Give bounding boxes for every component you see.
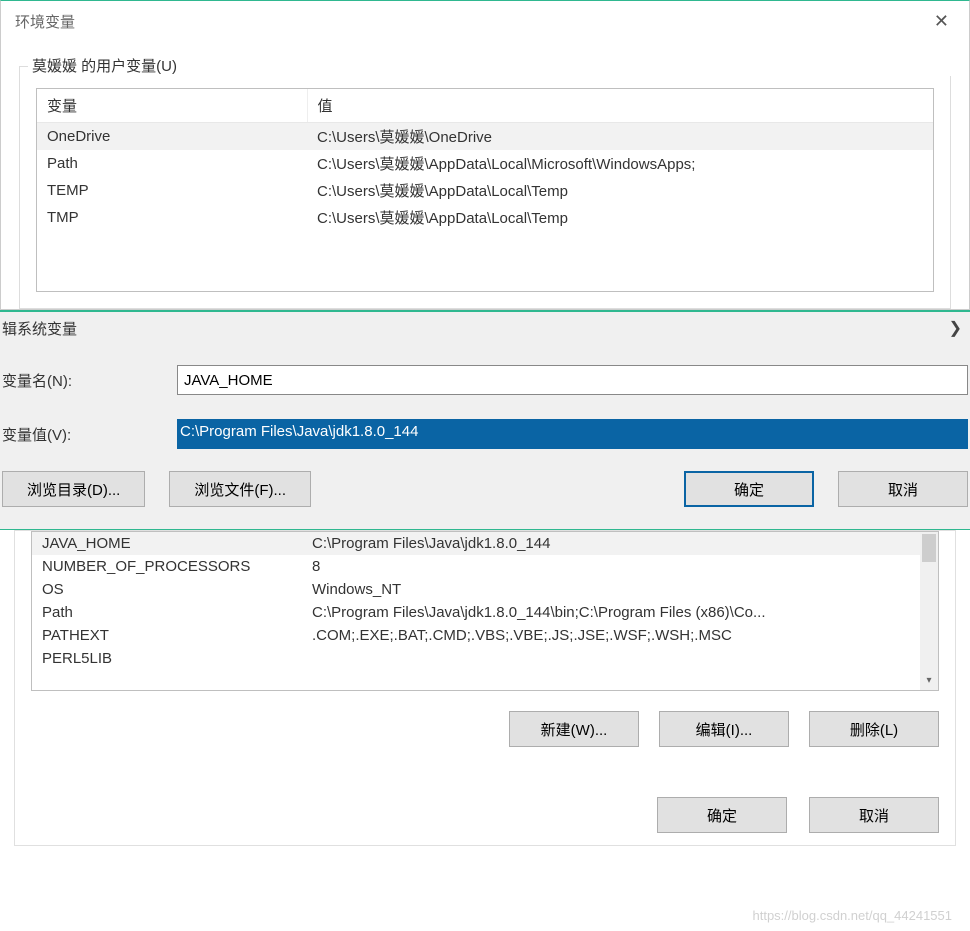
watermark: https://blog.csdn.net/qq_44241551 — [753, 908, 953, 923]
var-name-cell: Path — [37, 150, 307, 177]
cancel-button[interactable]: 取消 — [809, 797, 939, 833]
var-name-cell: OS — [32, 578, 302, 601]
ok-button[interactable]: 确定 — [657, 797, 787, 833]
var-value-cell — [302, 647, 920, 670]
table-row[interactable]: PathC:\Program Files\Java\jdk1.8.0_144\b… — [32, 601, 920, 624]
system-vars-actions: 新建(W)... 编辑(I)... 删除(L) — [15, 691, 955, 767]
var-value-cell: Windows_NT — [302, 578, 920, 601]
col-header-name[interactable]: 变量 — [37, 89, 307, 123]
scrollbar-thumb[interactable] — [922, 534, 936, 562]
var-name-cell: PATHEXT — [32, 624, 302, 647]
var-name-cell: TEMP — [37, 177, 307, 204]
close-icon[interactable]: ✕ — [928, 9, 955, 34]
var-name-input[interactable] — [177, 365, 968, 395]
table-row[interactable]: PERL5LIB — [32, 647, 920, 670]
var-value-cell: C:\Users\莫媛媛\AppData\Local\Microsoft\Win… — [307, 150, 933, 177]
var-value-cell: C:\Users\莫媛媛\AppData\Local\Temp — [307, 177, 933, 204]
var-name-cell: TMP — [37, 204, 307, 231]
system-vars-section: JAVA_HOMEC:\Program Files\Java\jdk1.8.0_… — [14, 530, 956, 846]
var-value-cell: 8 — [302, 555, 920, 578]
browse-file-button[interactable]: 浏览文件(F)... — [169, 471, 311, 507]
user-vars-table[interactable]: 变量 值 OneDriveC:\Users\莫媛媛\OneDrivePathC:… — [37, 89, 933, 231]
var-value-input[interactable]: C:\Program Files\Java\jdk1.8.0_144 — [177, 419, 968, 449]
edit-button[interactable]: 编辑(I)... — [659, 711, 789, 747]
user-vars-table-wrap: 变量 值 OneDriveC:\Users\莫媛媛\OneDrivePathC:… — [36, 88, 934, 292]
table-row[interactable]: OSWindows_NT — [32, 578, 920, 601]
system-vars-table[interactable]: JAVA_HOMEC:\Program Files\Java\jdk1.8.0_… — [32, 532, 920, 670]
edit-dialog-title: 辑系统变量 — [2, 318, 77, 339]
dialog-footer: 确定 取消 — [15, 767, 955, 845]
var-value-cell: .COM;.EXE;.BAT;.CMD;.VBS;.VBE;.JS;.JSE;.… — [302, 624, 920, 647]
table-spacer — [37, 231, 933, 291]
env-vars-dialog: 环境变量 ✕ 莫媛媛 的用户变量(U) 变量 值 OneDriveC:\User… — [0, 0, 970, 310]
system-vars-table-wrap: JAVA_HOMEC:\Program Files\Java\jdk1.8.0_… — [31, 531, 939, 691]
table-row[interactable]: TEMPC:\Users\莫媛媛\AppData\Local\Temp — [37, 177, 933, 204]
var-value-label: 变量值(V): — [2, 424, 177, 445]
var-value-cell: C:\Program Files\Java\jdk1.8.0_144 — [302, 532, 920, 555]
edit-system-var-dialog: 辑系统变量 ❯ 变量名(N): 变量值(V): C:\Program Files… — [0, 310, 970, 530]
var-value-cell: C:\Users\莫媛媛\OneDrive — [307, 123, 933, 151]
titlebar: 环境变量 ✕ — [1, 1, 969, 46]
scrollbar[interactable]: ▾ — [920, 532, 938, 690]
table-row[interactable]: PATHEXT.COM;.EXE;.BAT;.CMD;.VBS;.VBE;.JS… — [32, 624, 920, 647]
new-button[interactable]: 新建(W)... — [509, 711, 639, 747]
chevron-right-icon[interactable]: ❯ — [949, 318, 962, 339]
edit-dialog-buttons: 浏览目录(D)... 浏览文件(F)... 确定 取消 — [0, 467, 970, 507]
delete-button[interactable]: 删除(L) — [809, 711, 939, 747]
var-name-cell: OneDrive — [37, 123, 307, 151]
table-row[interactable]: TMPC:\Users\莫媛媛\AppData\Local\Temp — [37, 204, 933, 231]
table-row[interactable]: OneDriveC:\Users\莫媛媛\OneDrive — [37, 123, 933, 151]
var-value-cell: C:\Users\莫媛媛\AppData\Local\Temp — [307, 204, 933, 231]
var-value-selected-text: C:\Program Files\Java\jdk1.8.0_144 — [178, 420, 967, 448]
var-value-row: 变量值(V): C:\Program Files\Java\jdk1.8.0_1… — [0, 413, 970, 467]
table-row[interactable]: JAVA_HOMEC:\Program Files\Java\jdk1.8.0_… — [32, 532, 920, 555]
edit-ok-button[interactable]: 确定 — [684, 471, 814, 507]
var-name-cell: Path — [32, 601, 302, 624]
table-row[interactable]: NUMBER_OF_PROCESSORS8 — [32, 555, 920, 578]
var-name-row: 变量名(N): — [0, 359, 970, 413]
edit-cancel-button[interactable]: 取消 — [838, 471, 968, 507]
table-row[interactable]: PathC:\Users\莫媛媛\AppData\Local\Microsoft… — [37, 150, 933, 177]
scroll-down-icon[interactable]: ▾ — [920, 672, 938, 690]
var-value-cell: C:\Program Files\Java\jdk1.8.0_144\bin;C… — [302, 601, 920, 624]
edit-dialog-titlebar: 辑系统变量 ❯ — [0, 312, 970, 359]
var-name-cell: PERL5LIB — [32, 647, 302, 670]
user-vars-fieldset: 莫媛媛 的用户变量(U) 变量 值 OneDriveC:\Users\莫媛媛\O… — [19, 66, 951, 309]
col-header-value[interactable]: 值 — [307, 89, 933, 123]
var-name-label: 变量名(N): — [2, 370, 177, 391]
spacer — [335, 471, 660, 507]
browse-dir-button[interactable]: 浏览目录(D)... — [2, 471, 145, 507]
dialog-title: 环境变量 — [15, 11, 75, 32]
user-vars-label: 莫媛媛 的用户变量(U) — [28, 55, 958, 76]
var-name-cell: JAVA_HOME — [32, 532, 302, 555]
var-name-cell: NUMBER_OF_PROCESSORS — [32, 555, 302, 578]
